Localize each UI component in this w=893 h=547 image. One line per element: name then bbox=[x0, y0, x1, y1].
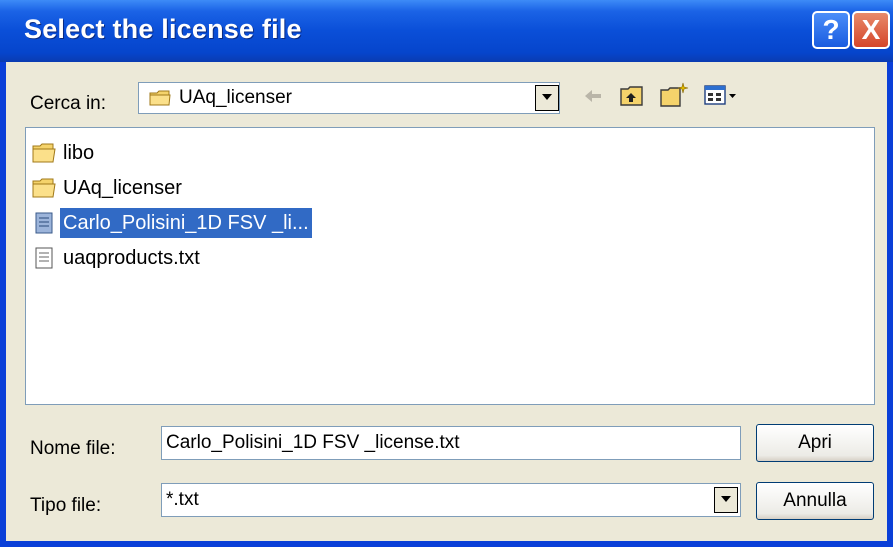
file-name: libo bbox=[63, 142, 95, 164]
filetype-combo[interactable]: *.txt bbox=[161, 483, 741, 517]
text-file-icon bbox=[35, 247, 53, 269]
lookin-combo[interactable]: UAq_licenser bbox=[138, 82, 560, 114]
file-name: Carlo_Polisini_1D FSV _li... bbox=[60, 208, 312, 238]
folder-icon bbox=[32, 178, 56, 198]
lookin-value: UAq_licenser bbox=[179, 87, 292, 108]
list-item-folder[interactable]: UAq_licenser bbox=[32, 173, 185, 203]
file-list[interactable]: libo UAq_licenser Carlo_Polisini_1D FSV … bbox=[25, 127, 875, 405]
filename-input[interactable]: Carlo_Polisini_1D FSV _license.txt bbox=[161, 426, 741, 460]
lookin-dropdown-arrow[interactable] bbox=[535, 85, 559, 111]
back-arrow-icon[interactable] bbox=[581, 84, 605, 108]
filetype-dropdown-arrow[interactable] bbox=[714, 487, 738, 513]
view-menu-icon[interactable] bbox=[703, 84, 739, 108]
open-file-dialog: Select the license file ? X Cerca in: UA… bbox=[0, 0, 893, 547]
help-button[interactable]: ? bbox=[812, 11, 850, 49]
list-item-folder[interactable]: libo bbox=[32, 138, 97, 168]
cancel-button[interactable]: Annulla bbox=[756, 482, 874, 520]
filetype-value: *.txt bbox=[166, 489, 199, 510]
up-folder-icon[interactable] bbox=[619, 84, 645, 108]
close-button[interactable]: X bbox=[852, 11, 890, 49]
dialog-title: Select the license file bbox=[24, 14, 302, 44]
list-item-file[interactable]: uaqproducts.txt bbox=[32, 243, 203, 273]
file-name: uaqproducts.txt bbox=[63, 247, 200, 269]
file-name: UAq_licenser bbox=[63, 177, 182, 199]
filename-label: Nome file: bbox=[30, 438, 116, 459]
dialog-body: Cerca in: UAq_licenser libo UAq_licenser… bbox=[6, 62, 887, 541]
folder-icon bbox=[149, 90, 171, 106]
text-file-icon bbox=[35, 212, 53, 234]
open-button[interactable]: Apri bbox=[756, 424, 874, 462]
title-bar[interactable]: Select the license file ? X bbox=[0, 0, 893, 62]
folder-icon bbox=[32, 143, 56, 163]
new-folder-icon[interactable] bbox=[659, 82, 689, 108]
list-item-file-selected[interactable]: Carlo_Polisini_1D FSV _li... bbox=[32, 208, 312, 238]
filetype-label: Tipo file: bbox=[30, 495, 102, 516]
lookin-label: Cerca in: bbox=[30, 93, 107, 114]
